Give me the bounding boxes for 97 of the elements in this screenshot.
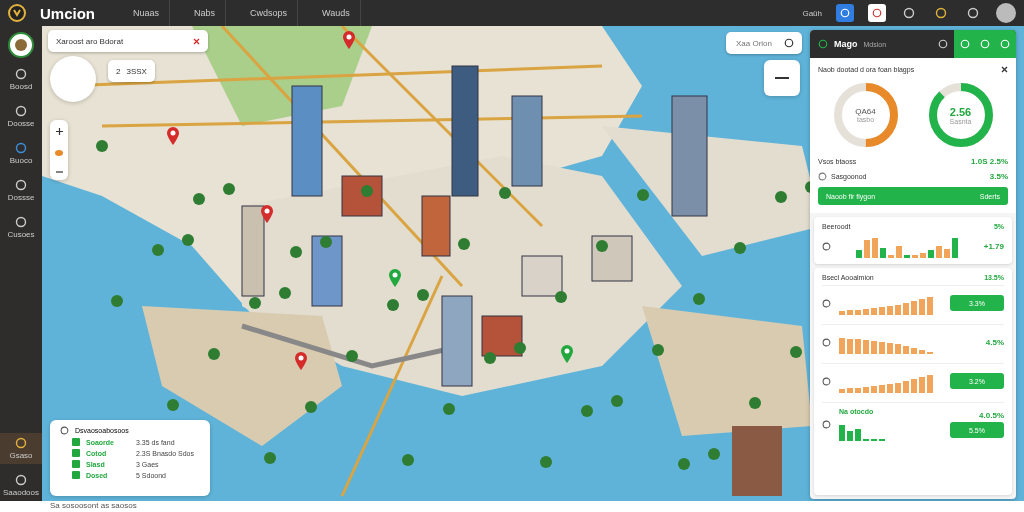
row-value: 4.0.5%: [979, 411, 1004, 420]
zoom-control[interactable]: [50, 120, 68, 180]
circle-icon: [818, 39, 828, 49]
tree: [775, 191, 787, 203]
tree: [361, 185, 373, 197]
building: [521, 255, 563, 297]
user-label: Gaüh: [802, 8, 822, 18]
tree: [678, 458, 690, 470]
legend-swatch-icon: [72, 471, 80, 479]
map-pin-icon: [166, 126, 180, 146]
tree: [167, 399, 179, 411]
filter-chip[interactable]: Xaroost aro Bdorat: [48, 30, 208, 52]
tree: [484, 352, 496, 364]
tree: [555, 291, 567, 303]
legend-swatch-icon: [72, 449, 80, 457]
legend-swatch-icon: [72, 460, 80, 468]
circle-icon: [822, 376, 831, 386]
building: [341, 175, 383, 217]
tree: [346, 350, 358, 362]
sidebar-item[interactable]: Saaodoos: [0, 470, 42, 501]
tree: [290, 246, 302, 258]
tree: [611, 395, 623, 407]
sidebar-item[interactable]: Buoco: [0, 138, 42, 169]
tree: [182, 234, 194, 246]
layer-button[interactable]: [764, 60, 800, 96]
tree: [279, 287, 291, 299]
search-field[interactable]: Xaa Orion: [726, 32, 802, 54]
zoom-in-icon[interactable]: [55, 127, 63, 135]
tree: [734, 242, 746, 254]
tree: [208, 348, 220, 360]
map-pin-icon: [342, 30, 356, 50]
map-pin-icon: [294, 351, 308, 371]
map-pin-icon: [388, 268, 402, 288]
status-text: Sa sosoosont as saosos: [0, 501, 1024, 512]
sidebar-item[interactable]: Boosd: [0, 64, 42, 95]
ship: [732, 426, 782, 496]
building: [481, 315, 523, 357]
row-value: 4.5%: [985, 337, 1004, 347]
tree: [264, 452, 276, 464]
profile-icon[interactable]: [8, 32, 34, 58]
gauge-value: QA64: [855, 107, 876, 116]
close-icon[interactable]: [1001, 66, 1008, 73]
building: [311, 235, 343, 307]
place-icon-text: 2: [116, 66, 121, 76]
sidebar-item[interactable]: Dossse: [0, 175, 42, 206]
translate-button[interactable]: [836, 4, 854, 22]
tree: [637, 189, 649, 201]
minus-icon: [775, 76, 789, 80]
circle-icon: [822, 298, 831, 308]
circle-icon: [822, 420, 831, 429]
card-value: +1.79: [983, 241, 1004, 251]
tree: [402, 454, 414, 466]
logo-icon: [8, 4, 26, 22]
tree: [417, 289, 429, 301]
tree: [249, 297, 261, 309]
sidebar-item[interactable]: Doosse: [0, 101, 42, 132]
building: [591, 235, 633, 282]
tree: [458, 238, 470, 250]
panel-title: Mago: [834, 39, 858, 49]
zoom-out-icon[interactable]: [55, 170, 63, 173]
tree: [596, 240, 608, 252]
tree: [320, 236, 332, 248]
tree: [708, 448, 720, 460]
avatar: [996, 3, 1016, 23]
tree: [305, 401, 317, 413]
circle-icon: [822, 241, 831, 251]
tree: [223, 183, 235, 195]
legend-swatch-icon: [72, 438, 80, 446]
place-label: 3SSX: [126, 66, 147, 76]
file-button[interactable]: [868, 4, 886, 22]
sidebar-item[interactable]: Gsaso: [0, 433, 42, 464]
circle-icon: [822, 337, 831, 347]
cloud-icon: [55, 149, 63, 156]
tree: [790, 346, 802, 358]
map-pin-icon: [560, 344, 574, 364]
sidebar-item[interactable]: Cusoes: [0, 212, 42, 243]
stat-value: 1.0S 2.5%: [971, 157, 1008, 166]
tree: [96, 140, 108, 152]
tree: [652, 344, 664, 356]
tree: [499, 187, 511, 199]
tree: [693, 293, 705, 305]
filter-label: Xaroost aro Bdorat: [56, 36, 124, 46]
gauge-value: 2.56: [949, 105, 972, 118]
tree: [581, 405, 593, 417]
tree: [514, 342, 526, 354]
tree: [111, 295, 123, 307]
tree: [443, 403, 455, 415]
search-icon: [784, 38, 794, 48]
stat-value: 3.5%: [989, 172, 1008, 181]
tree: [193, 193, 205, 205]
circle-icon: [818, 172, 827, 181]
tree: [749, 397, 761, 409]
tree: [540, 456, 552, 468]
tree: [152, 244, 164, 256]
tree: [387, 299, 399, 311]
map-pin-icon: [260, 204, 274, 224]
app-title: Umcion: [40, 4, 95, 22]
